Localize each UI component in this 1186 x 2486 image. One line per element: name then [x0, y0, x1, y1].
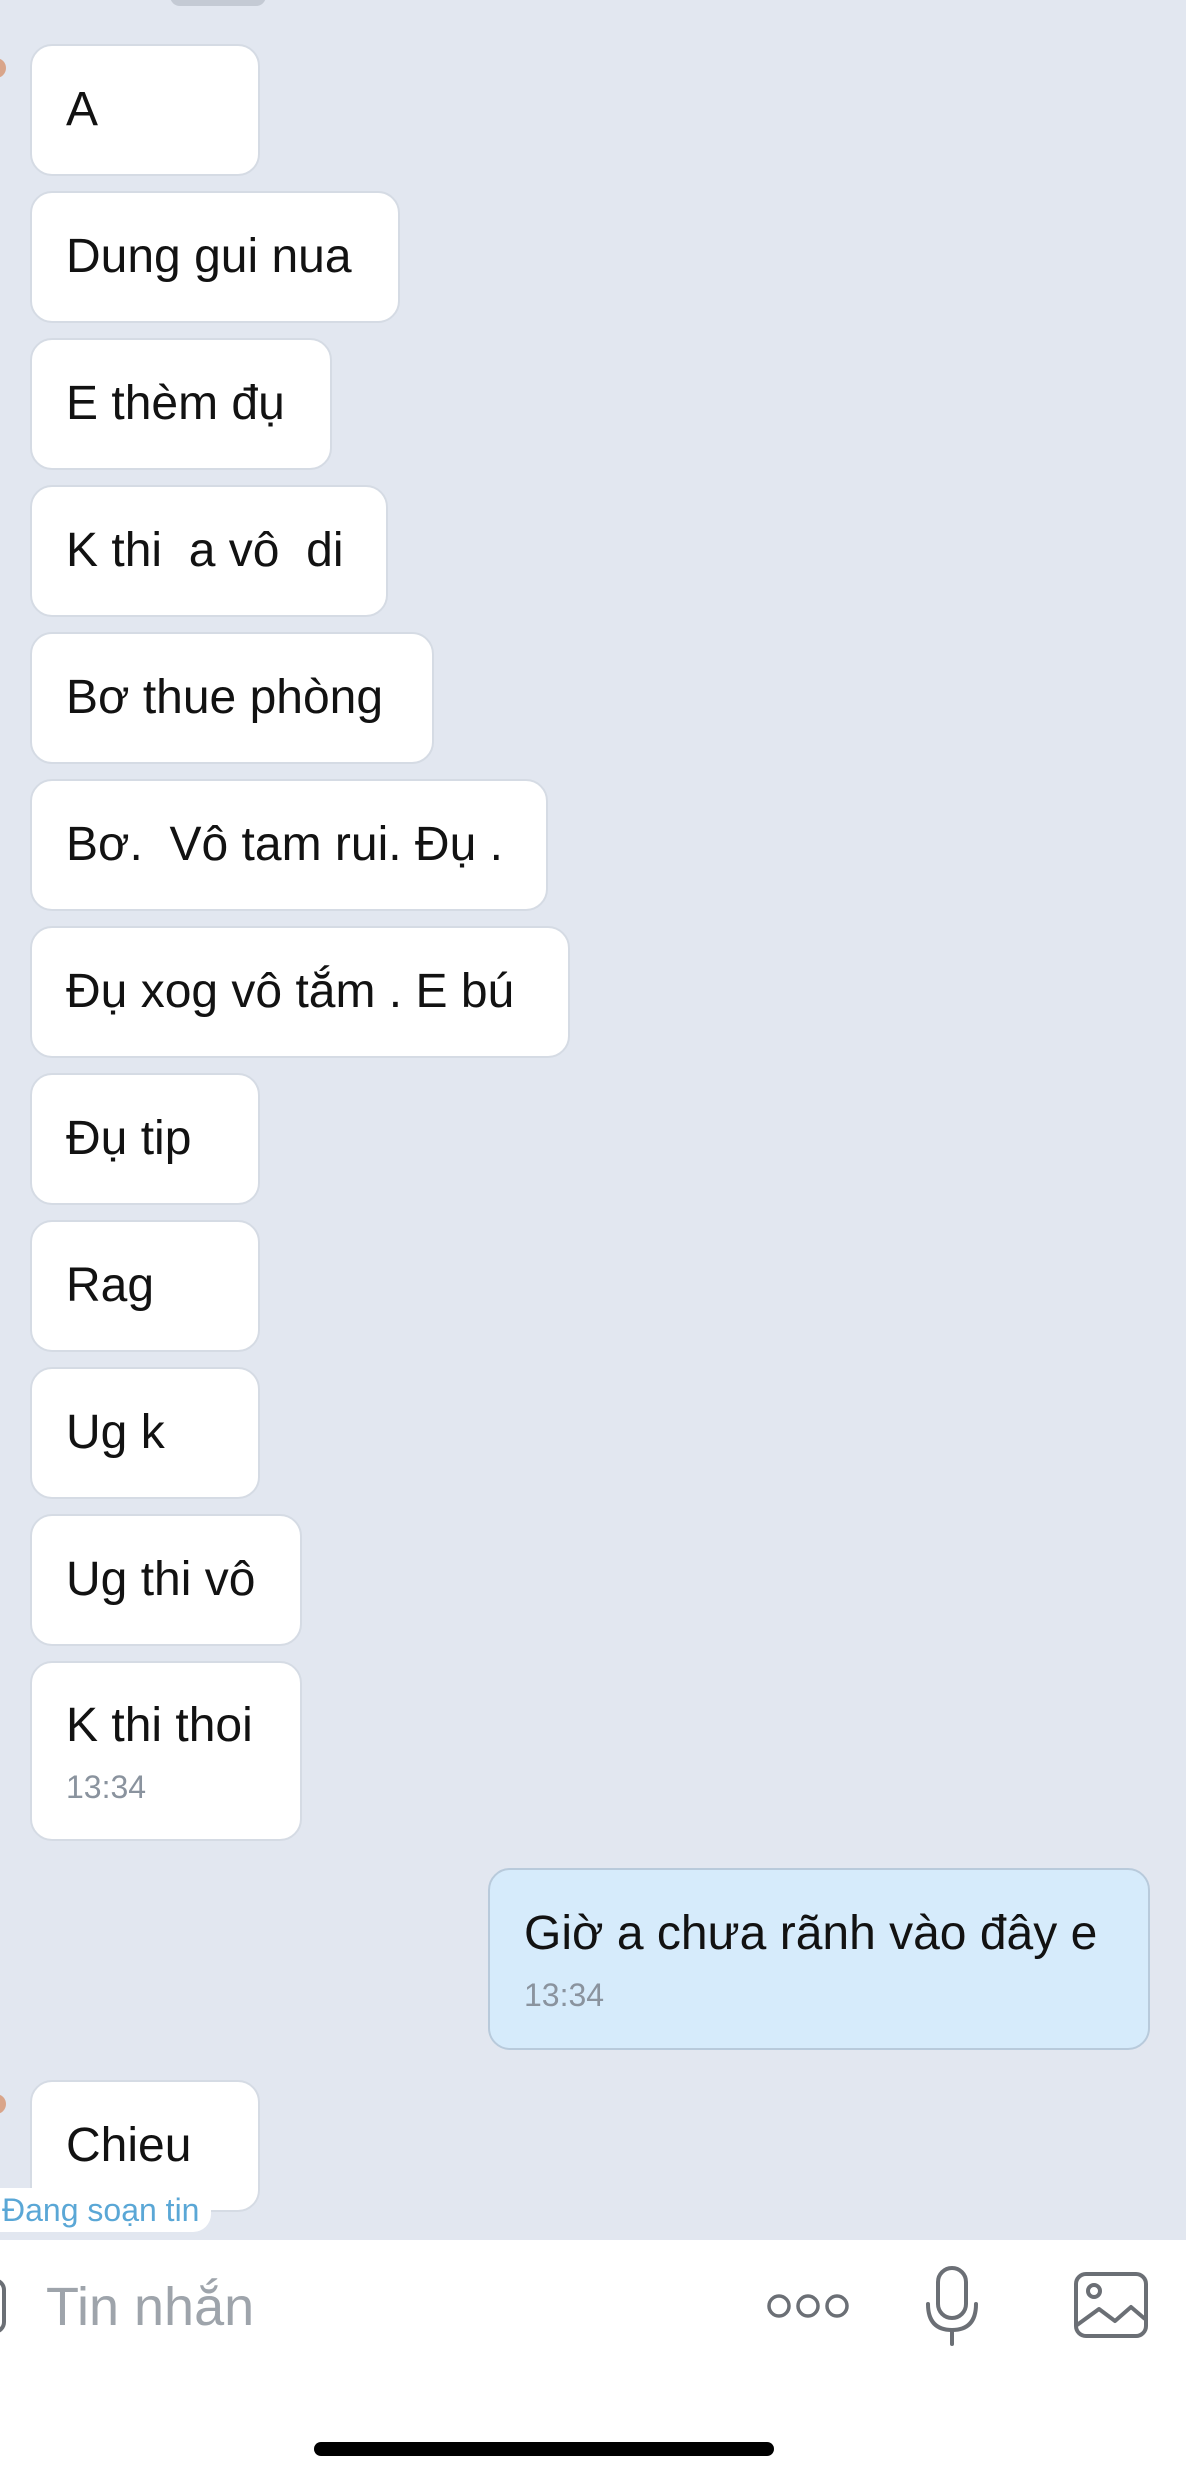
message-input[interactable]	[44, 2264, 728, 2350]
message-text: A	[66, 83, 99, 136]
message-bubble-incoming[interactable]: E thèm đụ	[30, 338, 332, 470]
message-text: Bơ thue phòng	[66, 671, 384, 724]
message-bubble-incoming[interactable]: Bơ thue phòng	[30, 632, 434, 764]
message-bubble-incoming[interactable]: K thi a vô di	[30, 485, 388, 617]
message-bubble-incoming[interactable]: Rag	[30, 1220, 260, 1352]
message-bubble-outgoing[interactable]: Giờ a chưa rãnh vào đây e 13:34	[488, 1868, 1150, 2050]
home-indicator	[314, 2442, 774, 2456]
sender-avatar[interactable]	[0, 2094, 6, 2114]
message-text: Giờ a chưa rãnh vào đây e	[524, 1906, 1098, 1960]
typing-indicator: Đang soạn tin	[0, 2188, 212, 2232]
message-text: E thèm đụ	[66, 377, 285, 430]
message-text: K thi thoi	[66, 1698, 253, 1752]
more-dots-icon	[767, 2294, 849, 2318]
chat-message-list[interactable]: A Dung gui nua E thèm đụ K thi a vô di B…	[0, 0, 1186, 2240]
image-gallery-icon	[1074, 2272, 1148, 2338]
message-text: Dung gui nua	[66, 230, 352, 283]
message-timestamp: 13:34	[66, 1768, 147, 1805]
message-bubble-incoming[interactable]: Bơ. Vô tam rui. Đụ .	[30, 779, 548, 911]
message-text: K thi a vô di	[66, 524, 344, 577]
sender-avatar[interactable]	[0, 58, 6, 78]
message-bubble-incoming[interactable]: Đụ xog vô tắm . E bú	[30, 926, 570, 1058]
message-text: Chieu	[66, 2119, 192, 2172]
message-bubble-incoming[interactable]: Ug thi vô	[30, 1514, 302, 1646]
message-timestamp: 13:34	[524, 1976, 605, 2013]
image-picker-button[interactable]	[1068, 2262, 1154, 2348]
message-bubble-incoming[interactable]: Đụ tip	[30, 1073, 260, 1205]
message-bubble-incoming[interactable]: K thi thoi 13:34	[30, 1661, 302, 1841]
message-text: Ug k	[66, 1406, 165, 1459]
more-options-button[interactable]	[756, 2270, 860, 2342]
message-text: Rag	[66, 1259, 155, 1312]
message-bubble-incoming[interactable]: Ug k	[30, 1367, 260, 1499]
date-separator-edge	[170, 0, 266, 6]
microphone-icon	[926, 2266, 978, 2346]
voice-message-button[interactable]	[916, 2260, 988, 2352]
message-bubble-incoming[interactable]: Dung gui nua	[30, 191, 400, 323]
message-text: Đụ tip	[66, 1112, 192, 1165]
message-text: Đụ xog vô tắm . E bú	[66, 965, 515, 1018]
message-text: Ug thi vô	[66, 1553, 256, 1606]
message-bubble-incoming[interactable]: A	[30, 44, 260, 176]
message-text: Bơ. Vô tam rui. Đụ .	[66, 818, 503, 871]
emoji-icon[interactable]	[0, 2278, 6, 2334]
